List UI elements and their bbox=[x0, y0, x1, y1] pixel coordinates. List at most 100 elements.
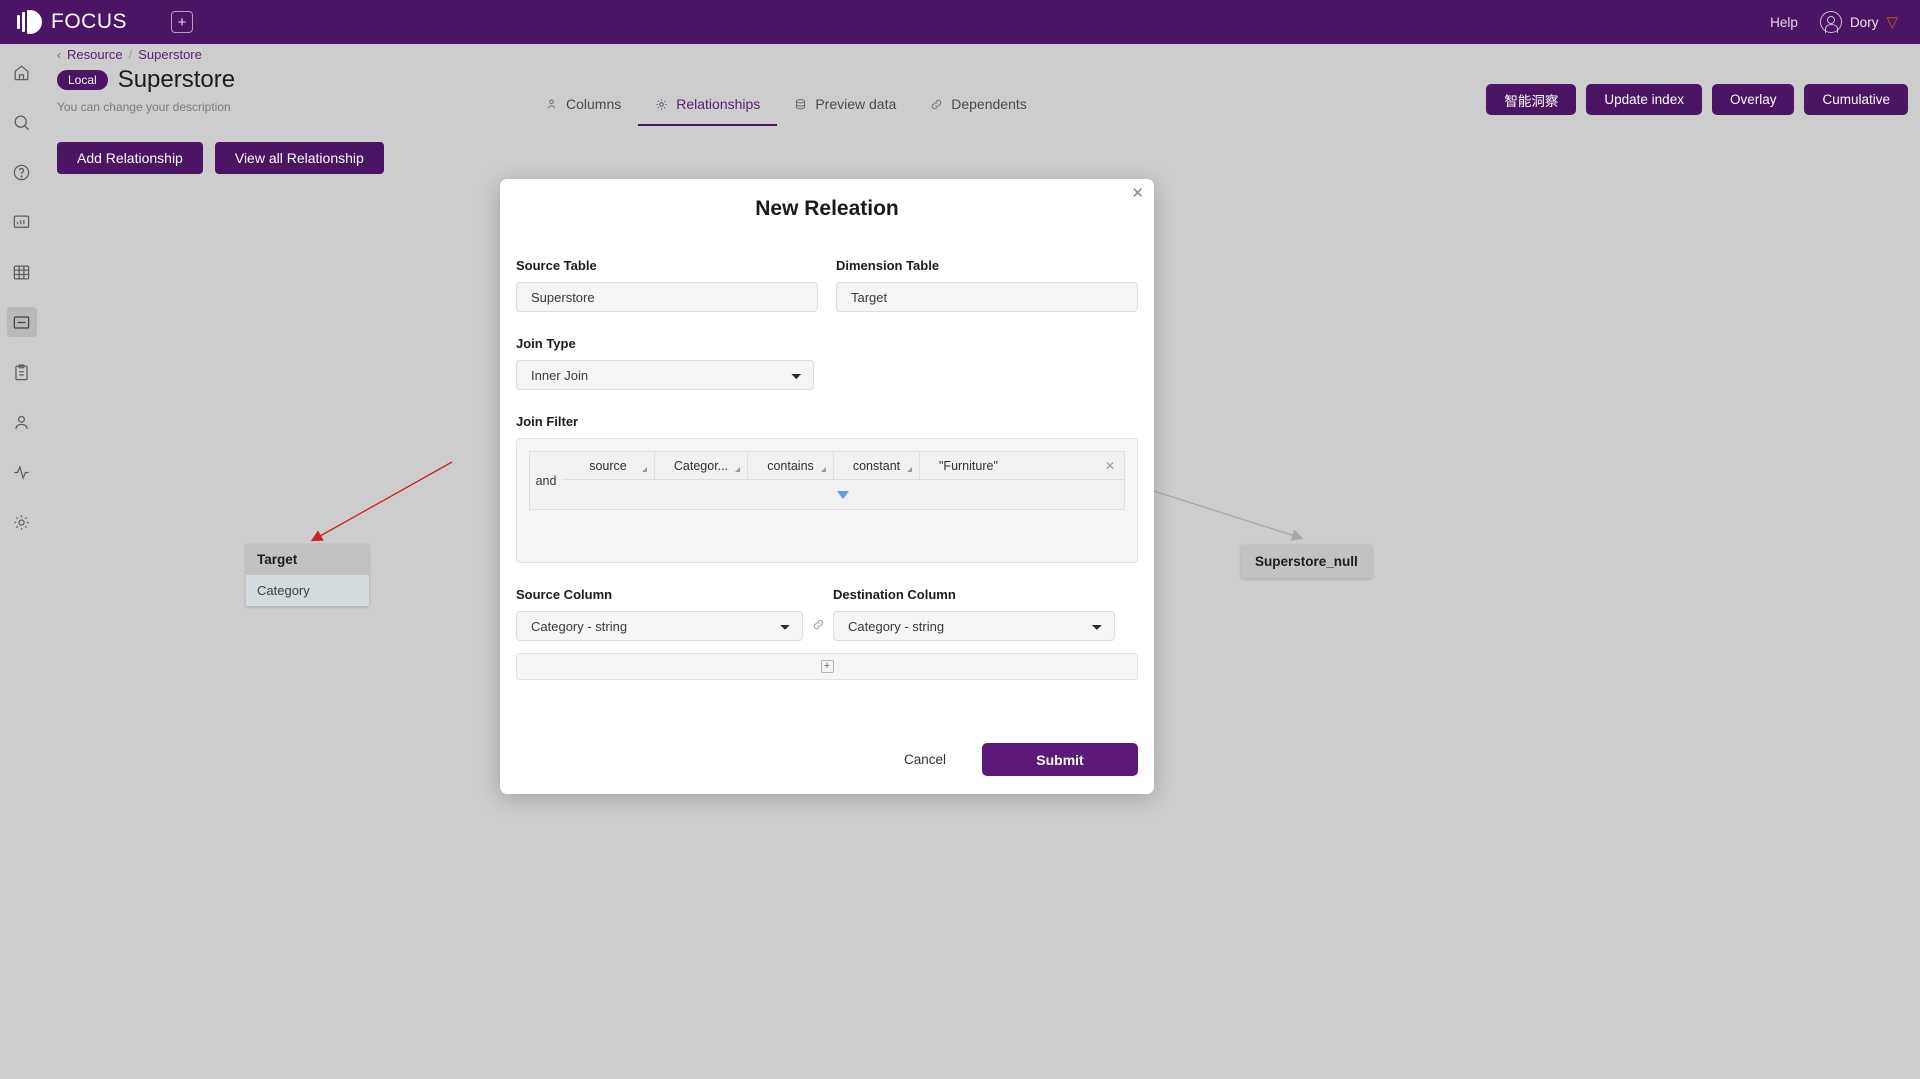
sidebar-item-home[interactable] bbox=[7, 57, 37, 87]
breadcrumb-item-superstore[interactable]: Superstore bbox=[138, 47, 202, 62]
caret-down-icon bbox=[837, 490, 849, 499]
modal-title: New Releation bbox=[755, 197, 899, 220]
gear-icon bbox=[656, 98, 667, 110]
overlay-button[interactable]: Overlay bbox=[1711, 84, 1795, 115]
page-subtitle[interactable]: You can change your description bbox=[57, 100, 231, 114]
tab-bar: Columns Relationships Preview data Depen… bbox=[528, 86, 1044, 126]
graph-node-target[interactable]: Target Category bbox=[246, 544, 369, 606]
home-icon bbox=[14, 64, 29, 80]
source-table-label: Source Table bbox=[516, 258, 597, 273]
link-icon bbox=[932, 99, 942, 109]
help-circle-icon bbox=[13, 164, 30, 180]
remove-condition-icon[interactable]: ✕ bbox=[1105, 459, 1115, 473]
tab-dependents[interactable]: Dependents bbox=[913, 86, 1044, 126]
source-column-label: Source Column bbox=[516, 587, 613, 602]
filter-source-select[interactable]: source bbox=[562, 451, 655, 480]
modal-footer: Cancel Submit bbox=[500, 743, 1154, 776]
close-icon[interactable]: ✕ bbox=[1131, 186, 1144, 201]
graph-node-target-title: Target bbox=[246, 544, 369, 575]
add-column-pair-button[interactable]: + bbox=[516, 653, 1138, 680]
add-condition-row[interactable] bbox=[562, 480, 1125, 510]
breadcrumb-item-resource[interactable]: Resource bbox=[67, 47, 123, 62]
dashboard-icon bbox=[13, 215, 30, 228]
filter-operator-select[interactable]: contains bbox=[748, 451, 834, 480]
relationship-action-group: Add Relationship View all Relationship bbox=[57, 142, 384, 174]
submit-button[interactable]: Submit bbox=[982, 743, 1138, 776]
user-circle-icon bbox=[1819, 11, 1842, 33]
table-fields-row: Source Table Dimension Table bbox=[516, 258, 1138, 312]
breadcrumb: ‹ Resource / Superstore bbox=[57, 47, 202, 62]
filter-field-select[interactable]: Categor... bbox=[655, 451, 748, 480]
modal-body: Source Table Dimension Table Join Type I… bbox=[500, 258, 1154, 680]
caret-icon bbox=[642, 467, 647, 472]
brand-name: FOCUS bbox=[51, 10, 127, 33]
breadcrumb-separator: / bbox=[128, 47, 133, 62]
update-index-button[interactable]: Update index bbox=[1586, 84, 1702, 115]
column-mapping-group: Source Column Destination Column Categor… bbox=[516, 587, 1138, 680]
dimension-table-label: Dimension Table bbox=[836, 258, 940, 273]
filter-conjunction[interactable]: and bbox=[529, 451, 562, 510]
smart-insight-button[interactable]: 智能洞察 bbox=[1486, 84, 1577, 115]
dimension-table-input[interactable] bbox=[836, 282, 1138, 312]
column-icon bbox=[548, 99, 555, 108]
plus-box-icon: + bbox=[820, 660, 834, 673]
help-link[interactable]: Help bbox=[1770, 15, 1798, 30]
top-bar-right-group: Help Dory ▽ bbox=[1770, 11, 1898, 33]
sidebar-item-users[interactable] bbox=[7, 407, 37, 437]
cancel-button[interactable]: Cancel bbox=[904, 752, 946, 767]
brand-logo[interactable]: FOCUS bbox=[16, 9, 127, 35]
filter-value-kind-select[interactable]: constant bbox=[834, 451, 920, 480]
sidebar-item-reports[interactable] bbox=[7, 357, 37, 387]
new-tab-icon[interactable]: + bbox=[171, 11, 193, 33]
header-action-group: 智能洞察 Update index Overlay Cumulative bbox=[1486, 84, 1908, 115]
source-column-select[interactable]: Category - string bbox=[516, 611, 803, 641]
destination-column-select[interactable]: Category - string bbox=[833, 611, 1115, 641]
focus-logo-icon bbox=[16, 9, 42, 35]
tab-dependents-label: Dependents bbox=[951, 96, 1027, 112]
tab-columns[interactable]: Columns bbox=[528, 86, 638, 126]
sidebar-item-search[interactable] bbox=[7, 107, 37, 137]
caret-icon bbox=[735, 467, 740, 472]
filter-condition-row: and source Categor... contains constant … bbox=[529, 451, 1125, 510]
sidebar-item-activity[interactable] bbox=[7, 457, 37, 487]
sidebar-item-tables[interactable] bbox=[7, 257, 37, 287]
dataset-icon bbox=[13, 315, 30, 329]
status-badge: Local bbox=[57, 69, 108, 91]
source-table-input[interactable] bbox=[516, 282, 818, 312]
filter-operator-label: contains bbox=[767, 458, 814, 473]
sidebar-item-dataset[interactable] bbox=[6, 307, 37, 337]
page-header: Local Superstore bbox=[57, 66, 235, 94]
gear-icon bbox=[14, 514, 29, 530]
join-type-label: Join Type bbox=[516, 336, 576, 351]
left-sidebar-rail bbox=[0, 44, 43, 1079]
join-filter-label: Join Filter bbox=[516, 414, 579, 429]
page-title: Superstore bbox=[117, 66, 236, 93]
search-icon bbox=[14, 115, 30, 130]
chevron-left-icon[interactable]: ‹ bbox=[57, 48, 61, 62]
filter-value-label: "Furniture" bbox=[939, 458, 998, 473]
add-relationship-button[interactable]: Add Relationship bbox=[57, 142, 203, 174]
source-table-group: Source Table bbox=[516, 258, 818, 312]
graph-node-target-column: Category bbox=[246, 575, 369, 606]
view-all-relationship-button[interactable]: View all Relationship bbox=[214, 142, 384, 174]
sidebar-item-settings[interactable] bbox=[7, 507, 37, 537]
caret-icon bbox=[821, 467, 826, 472]
clipboard-icon bbox=[15, 363, 28, 380]
dimension-table-group: Dimension Table bbox=[836, 258, 1138, 312]
main-canvas: ‹ Resource / Superstore Local Superstore… bbox=[43, 44, 1920, 1079]
destination-column-label: Destination Column bbox=[833, 587, 956, 602]
column-labels-row: Source Column Destination Column bbox=[516, 587, 1138, 611]
sidebar-item-help[interactable] bbox=[7, 157, 37, 187]
filter-value-field[interactable]: "Furniture" ✕ bbox=[920, 451, 1125, 480]
tab-relationships[interactable]: Relationships bbox=[638, 86, 778, 126]
sidebar-item-dashboard[interactable] bbox=[7, 207, 37, 237]
graph-node-superstore-null[interactable]: Superstore_null bbox=[1241, 545, 1372, 578]
link-icon bbox=[803, 618, 833, 641]
tab-preview-data[interactable]: Preview data bbox=[777, 86, 913, 126]
filter-source-label: source bbox=[589, 458, 627, 473]
person-icon bbox=[15, 415, 28, 429]
user-menu[interactable]: Dory ▽ bbox=[1819, 11, 1898, 33]
tab-relationships-label: Relationships bbox=[676, 96, 761, 112]
join-type-select[interactable]: Inner Join bbox=[516, 360, 814, 390]
cumulative-button[interactable]: Cumulative bbox=[1804, 84, 1908, 115]
